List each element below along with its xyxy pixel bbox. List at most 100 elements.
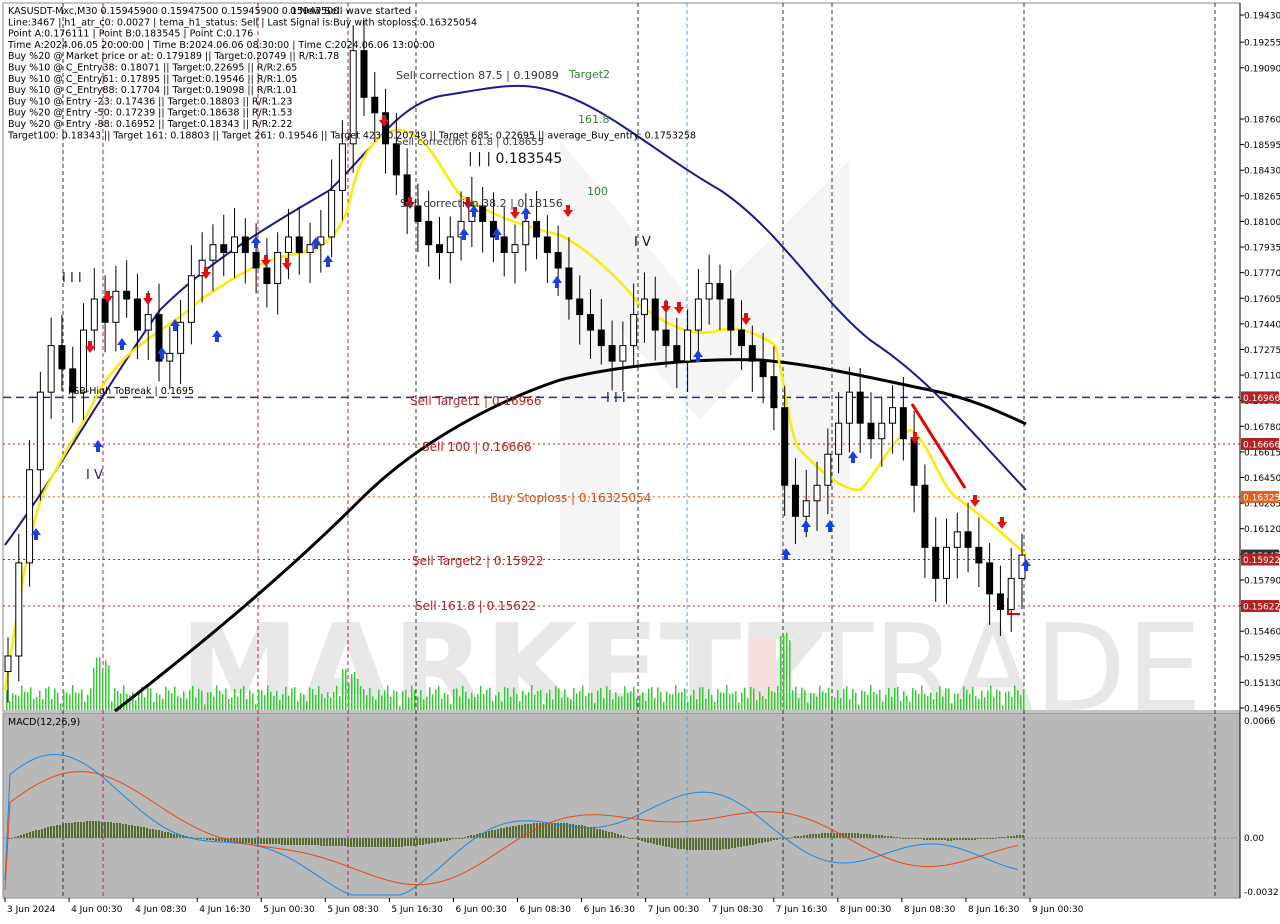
macd-hist-bar: [1013, 836, 1015, 838]
candle-body: [953, 531, 961, 548]
volume-bar: [207, 692, 209, 710]
price-tick-label: 0.14965: [1244, 705, 1280, 715]
macd-hist-bar: [332, 838, 334, 846]
candle-body: [533, 220, 541, 238]
volume-bar: [756, 700, 758, 710]
volume-bar: [237, 696, 239, 710]
macd-hist-bar: [608, 832, 610, 838]
volume-bar: [738, 702, 740, 710]
info-line: Buy %10 @ Entry -23: 0.17436 || Target:0…: [8, 96, 292, 107]
macd-hist-bar: [344, 838, 346, 846]
volume-bar: [336, 685, 338, 710]
volume-bar: [15, 694, 17, 710]
volume-bar: [645, 700, 647, 710]
candle-body: [802, 500, 810, 517]
volume-bar: [906, 695, 908, 710]
volume-bar: [807, 702, 809, 710]
macd-hist-bar: [23, 834, 25, 838]
volume-bar: [810, 693, 812, 710]
volume-bar: [735, 691, 737, 710]
macd-hist-bar: [377, 838, 379, 847]
volume-bar: [438, 686, 440, 710]
price-tick-label: 0.18760: [1244, 115, 1280, 125]
candle-body: [522, 220, 530, 246]
sell-1618-label: Sell 161.8 | 0.15622: [415, 599, 536, 613]
info-line: Target100: 0.18343 || Target 161: 0.1880…: [7, 130, 696, 141]
macd-hist-bar: [269, 838, 271, 844]
macd-hist-bar: [512, 826, 514, 838]
macd-hist-bar: [713, 838, 715, 850]
volume-bar: [690, 695, 692, 710]
macd-hist-bar: [311, 838, 313, 845]
volume-bar: [864, 691, 866, 710]
volume-bar: [819, 685, 821, 710]
time-tick-label: 7 Jun 08:30: [712, 905, 764, 915]
volume-bar: [108, 665, 110, 710]
macd-hist-bar: [251, 838, 253, 844]
volume-bar: [201, 690, 203, 710]
time-axis[interactable]: 3 Jun 2024 4 Jun 00:30 4 Jun 08:30 4 Jun 16…: [4, 898, 1084, 915]
sell-100-label: Sell 100 | 0.16666: [422, 440, 532, 454]
macd-hist-bar: [611, 832, 613, 838]
volume-bar: [813, 693, 815, 710]
volume-bar: [783, 635, 785, 710]
volume-bar: [681, 691, 683, 710]
volume-bar: [390, 696, 392, 710]
macd-hist-bar: [599, 829, 601, 838]
price-tick-label: 0.18100: [1244, 218, 1280, 228]
macd-hist-bar: [536, 823, 538, 838]
macd-axis[interactable]: 0.0066 0.00 -0.0032: [1244, 717, 1279, 898]
volume-bar: [753, 688, 755, 710]
price-tick-label: 0.15790: [1244, 576, 1280, 586]
volume-bar: [324, 697, 326, 710]
macd-hist-bar: [440, 838, 442, 842]
volume-bar: [249, 690, 251, 710]
macd-hist-bar: [422, 838, 424, 845]
volume-bar: [312, 689, 314, 710]
candle-body: [295, 236, 303, 253]
macd-hist-bar: [683, 838, 685, 849]
volume-bar: [279, 699, 281, 710]
volume-bar: [687, 701, 689, 710]
macd-hist-bar: [656, 838, 658, 845]
volume-bar: [771, 691, 773, 710]
time-tick-label: 5 Jun 00:30: [263, 905, 315, 915]
volume-bar: [522, 690, 524, 710]
macd-tick-label: -0.0032: [1244, 888, 1279, 898]
candle-body: [58, 345, 66, 370]
price-chart[interactable]: MARKETZ TRADE KASUSDT-Mxc,M30 0.15945900…: [0, 0, 1280, 920]
macd-hist-bar: [668, 838, 670, 847]
candle-body: [360, 50, 368, 98]
volume-bar: [801, 687, 803, 710]
macd-hist-bar: [140, 827, 142, 838]
volume-bar: [447, 694, 449, 710]
candle-body: [187, 275, 195, 323]
price-tag-label: 0.15622: [1243, 603, 1280, 613]
volume-bar: [711, 694, 713, 710]
price-axis[interactable]: 0.19430 0.19255 0.19090 0.18760 0.18595 0.184…: [1239, 3, 1280, 898]
volume-bar: [702, 687, 704, 710]
macd-hist-bar: [392, 838, 394, 847]
volume-bar: [963, 686, 965, 710]
volume-bar: [183, 691, 185, 710]
macd-hist-bar: [404, 838, 406, 846]
volume-bar: [732, 693, 734, 710]
volume-bar: [657, 687, 659, 710]
sell-target2-label: Sell Target2 | 0.15922: [412, 554, 544, 568]
volume-bar: [111, 701, 113, 710]
macd-hist-bar: [368, 838, 370, 847]
volume-bar: [519, 701, 521, 710]
volume-bar: [309, 687, 311, 710]
candle-body: [1007, 577, 1015, 610]
volume-bar: [27, 692, 29, 710]
volume-bar: [39, 690, 41, 710]
volume-bar: [18, 696, 20, 710]
macd-hist-bar: [593, 828, 595, 838]
candle-body: [662, 329, 670, 347]
macd-hist-bar: [374, 838, 376, 847]
volume-bar: [198, 688, 200, 710]
volume-bar: [78, 693, 80, 710]
macd-hist-bar: [509, 827, 511, 838]
candle-body: [705, 283, 713, 300]
volume-bar: [891, 696, 893, 710]
